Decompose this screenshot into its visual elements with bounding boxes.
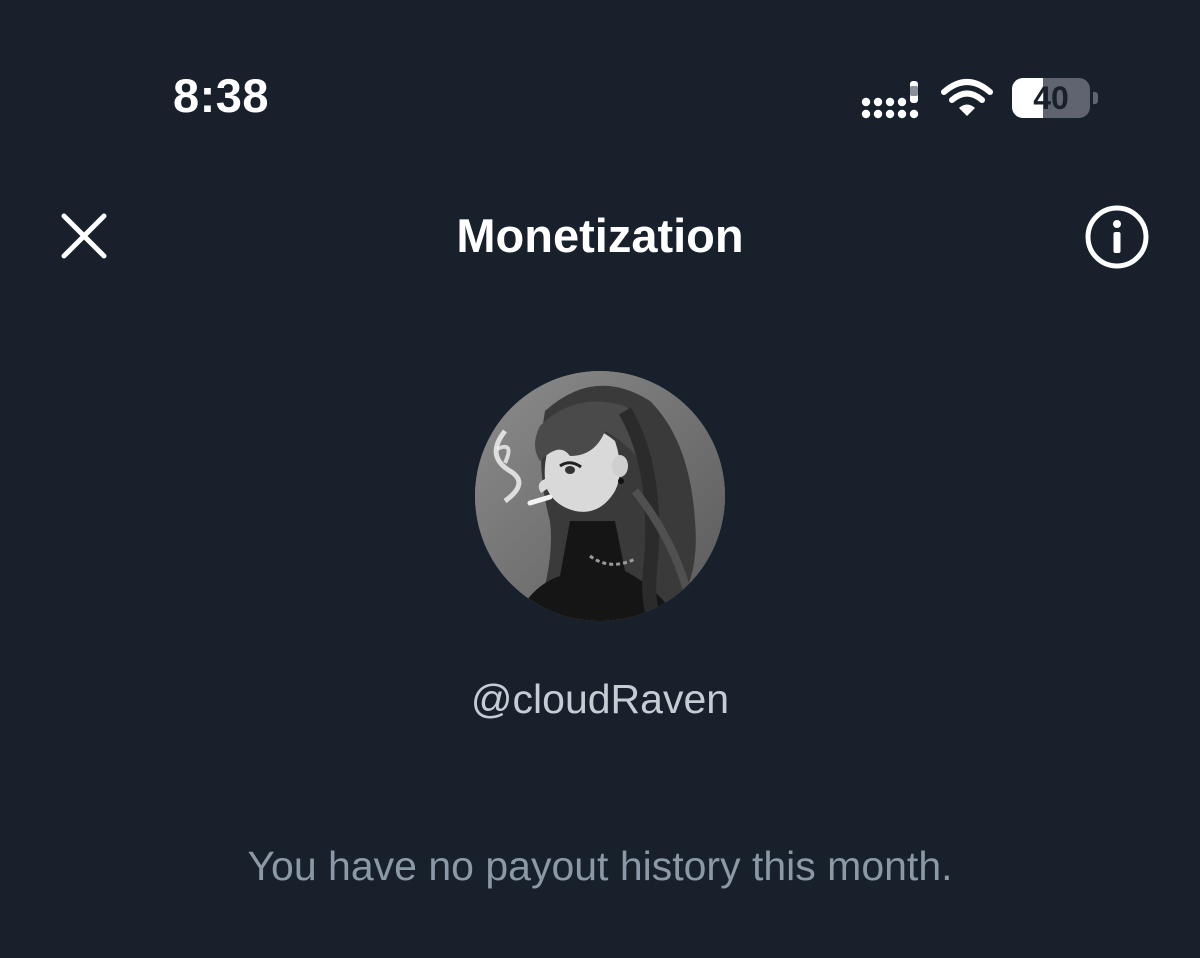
battery-body: 40 xyxy=(1012,78,1090,118)
page-title: Monetization xyxy=(456,209,744,262)
info-icon[interactable] xyxy=(1083,203,1151,271)
username-handle: @cloudRaven xyxy=(470,676,730,722)
monetization-screen: 8:38 40 Monetization @cloudRaven You hav… xyxy=(0,0,1200,958)
cellular-signal-icon xyxy=(861,81,919,119)
status-time: 8:38 xyxy=(172,69,270,122)
close-icon[interactable] xyxy=(54,206,114,266)
battery-cap xyxy=(1093,92,1098,104)
wifi-icon xyxy=(941,79,993,116)
avatar-illustration xyxy=(475,371,725,621)
avatar[interactable] xyxy=(475,371,725,621)
battery-icon: 40 xyxy=(1012,78,1100,118)
battery-level: 40 xyxy=(1033,80,1069,116)
payout-empty-message: You have no payout history this month. xyxy=(247,843,953,889)
